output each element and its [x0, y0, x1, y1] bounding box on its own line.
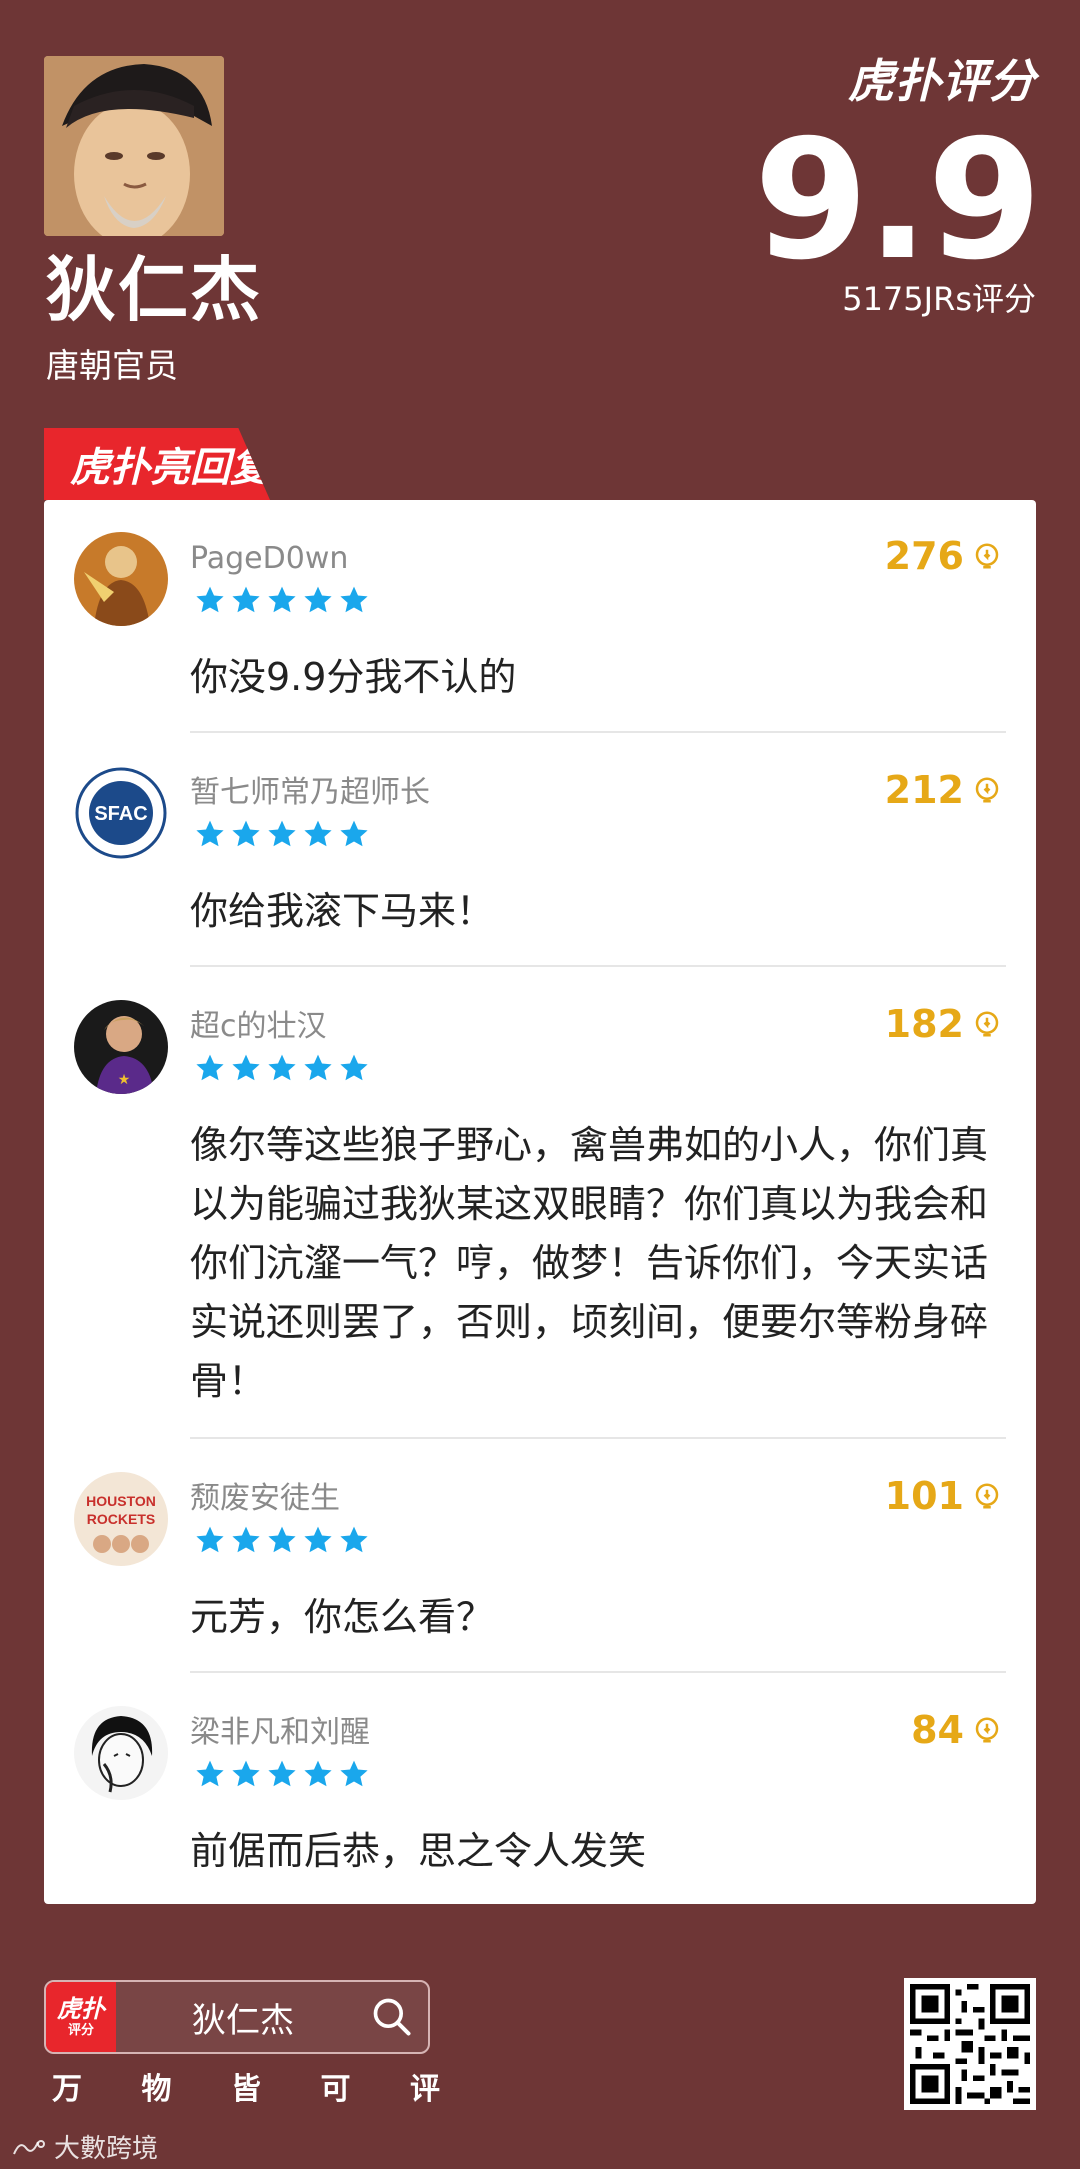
- emblem-text: SFAC: [94, 803, 147, 825]
- divider: [190, 1437, 1006, 1439]
- comment-item: 梁非凡和刘醒 84 前倨而后恭，思之令人发笑: [44, 1674, 1036, 1904]
- divider: [190, 1671, 1006, 1673]
- slogan-char: 可: [320, 2072, 351, 2107]
- star-icon: [340, 1054, 368, 1081]
- comment-item: SFAC 暂七师常乃超师长 212 你给我滚下马来！: [44, 734, 1036, 968]
- star-icon: [232, 1054, 260, 1081]
- user-avatar[interactable]: ★: [74, 1000, 168, 1094]
- watermark: 大數跨境: [12, 2128, 158, 2165]
- lightbulb-icon: [975, 777, 999, 803]
- star-icon: [340, 1760, 368, 1787]
- star-icon: [196, 820, 224, 847]
- profile-subtitle: 唐朝官员: [46, 346, 178, 385]
- comment-username[interactable]: 暂七师常乃超师长: [190, 776, 430, 809]
- user-avatar[interactable]: HOUSTON ROCKETS: [74, 1472, 168, 1566]
- comment-text: 前倨而后恭，思之令人发笑: [190, 1829, 647, 1873]
- comment-text: 你没9.9分我不认的: [190, 655, 517, 699]
- star-icon: [268, 1054, 296, 1081]
- slogan: 万 物 皆 可 评: [52, 2064, 440, 2108]
- comment-username[interactable]: 梁非凡和刘醒: [190, 1716, 370, 1749]
- slogan-char: 物: [141, 2072, 172, 2107]
- search-query: 狄仁杰: [192, 2000, 294, 2041]
- like-count[interactable]: 84: [911, 1708, 1002, 1752]
- star-icon: [268, 1526, 296, 1553]
- divider: [190, 965, 1006, 967]
- search-logo-subtext: 评分: [67, 2023, 94, 2038]
- lightbulb-icon: [975, 1717, 999, 1743]
- star-icon: [268, 586, 296, 613]
- comment-item: HOUSTON ROCKETS 颓废安徒生 101 元芳，你怎么看？: [44, 1440, 1036, 1674]
- like-count-value: 276: [884, 534, 964, 578]
- comments-card: PageD0wn 276 你没9.9分我不认的 SFAC 暂七师常乃超师长 21…: [44, 500, 1036, 1904]
- star-icon: [268, 820, 296, 847]
- star-rating: [194, 584, 370, 616]
- svg-text:★: ★: [118, 1071, 131, 1087]
- search-logo-text: 虎扑: [57, 1995, 105, 2023]
- profile-avatar: [44, 56, 224, 236]
- divider: [190, 731, 1006, 733]
- comment-text: 元芳，你怎么看？: [190, 1595, 495, 1639]
- watermark-logo-icon: [13, 2139, 45, 2154]
- star-rating: [194, 1052, 370, 1084]
- user-avatar[interactable]: SFAC: [74, 766, 168, 860]
- like-count[interactable]: 212: [885, 768, 1002, 812]
- highlight-replies-tab: 虎扑亮回复: [44, 428, 270, 500]
- team-text: HOUSTON: [86, 1493, 156, 1509]
- star-icon: [232, 820, 260, 847]
- star-icon: [304, 586, 332, 613]
- star-icon: [196, 586, 224, 613]
- star-icon: [268, 1760, 296, 1787]
- like-count-value: 101: [884, 1474, 964, 1518]
- comment-username[interactable]: 超c的壮汉: [190, 1010, 327, 1043]
- star-icon: [232, 1760, 260, 1787]
- comment-item: ★ 超c的壮汉 182 像尔等这些狼子野心，禽兽弗如的小人，你们真以为能骗过我狄…: [44, 968, 1036, 1440]
- profile-name: 狄仁杰: [46, 249, 262, 331]
- star-rating: [194, 818, 370, 850]
- star-icon: [196, 1760, 224, 1787]
- star-rating: [194, 1524, 370, 1556]
- like-count[interactable]: 101: [885, 1474, 1002, 1518]
- comment-text: 像尔等这些狼子野心，禽兽弗如的小人，你们真以为能骗过我狄某这双眼睛？你们真以为我…: [190, 1123, 989, 1403]
- slogan-char: 皆: [231, 2072, 261, 2107]
- like-count[interactable]: 182: [885, 1002, 1002, 1046]
- star-icon: [196, 1526, 224, 1553]
- comment-username[interactable]: 颓废安徒生: [190, 1482, 340, 1515]
- star-icon: [232, 586, 260, 613]
- star-icon: [304, 1760, 332, 1787]
- slogan-char: 万: [52, 2072, 82, 2107]
- qr-code: [904, 1978, 1036, 2110]
- team-text: ROCKETS: [87, 1511, 155, 1527]
- search-icon[interactable]: [370, 1995, 414, 2039]
- star-icon: [232, 1526, 260, 1553]
- star-icon: [196, 1054, 224, 1081]
- brand-logo: 虎扑评分: [848, 54, 1036, 108]
- star-icon: [340, 820, 368, 847]
- slogan-char: 评: [410, 2072, 440, 2107]
- comment-text: 你给我滚下马来！: [190, 889, 495, 933]
- like-count-value: 182: [884, 1002, 964, 1046]
- rating-count: 5175JRs评分: [842, 280, 1036, 318]
- user-avatar[interactable]: [74, 1706, 168, 1800]
- star-icon: [340, 1526, 368, 1553]
- search-logo: 虎扑 评分: [46, 1982, 116, 2052]
- comment-item: PageD0wn 276 你没9.9分我不认的: [44, 500, 1036, 734]
- like-count-value: 212: [884, 768, 964, 812]
- lightbulb-icon: [975, 543, 999, 569]
- lightbulb-icon: [975, 1011, 999, 1037]
- star-rating: [194, 1758, 370, 1790]
- star-icon: [304, 1526, 332, 1553]
- star-icon: [304, 820, 332, 847]
- rating-score: 9.9: [753, 104, 1042, 296]
- watermark-text: 大數跨境: [54, 2134, 159, 2164]
- star-icon: [340, 586, 368, 613]
- like-count-value: 84: [911, 1708, 964, 1752]
- search-bar[interactable]: 虎扑 评分 狄仁杰: [44, 1980, 430, 2054]
- lightbulb-icon: [975, 1483, 999, 1509]
- like-count[interactable]: 276: [885, 534, 1002, 578]
- comment-username[interactable]: PageD0wn: [190, 542, 348, 575]
- star-icon: [304, 1054, 332, 1081]
- user-avatar[interactable]: [74, 532, 168, 626]
